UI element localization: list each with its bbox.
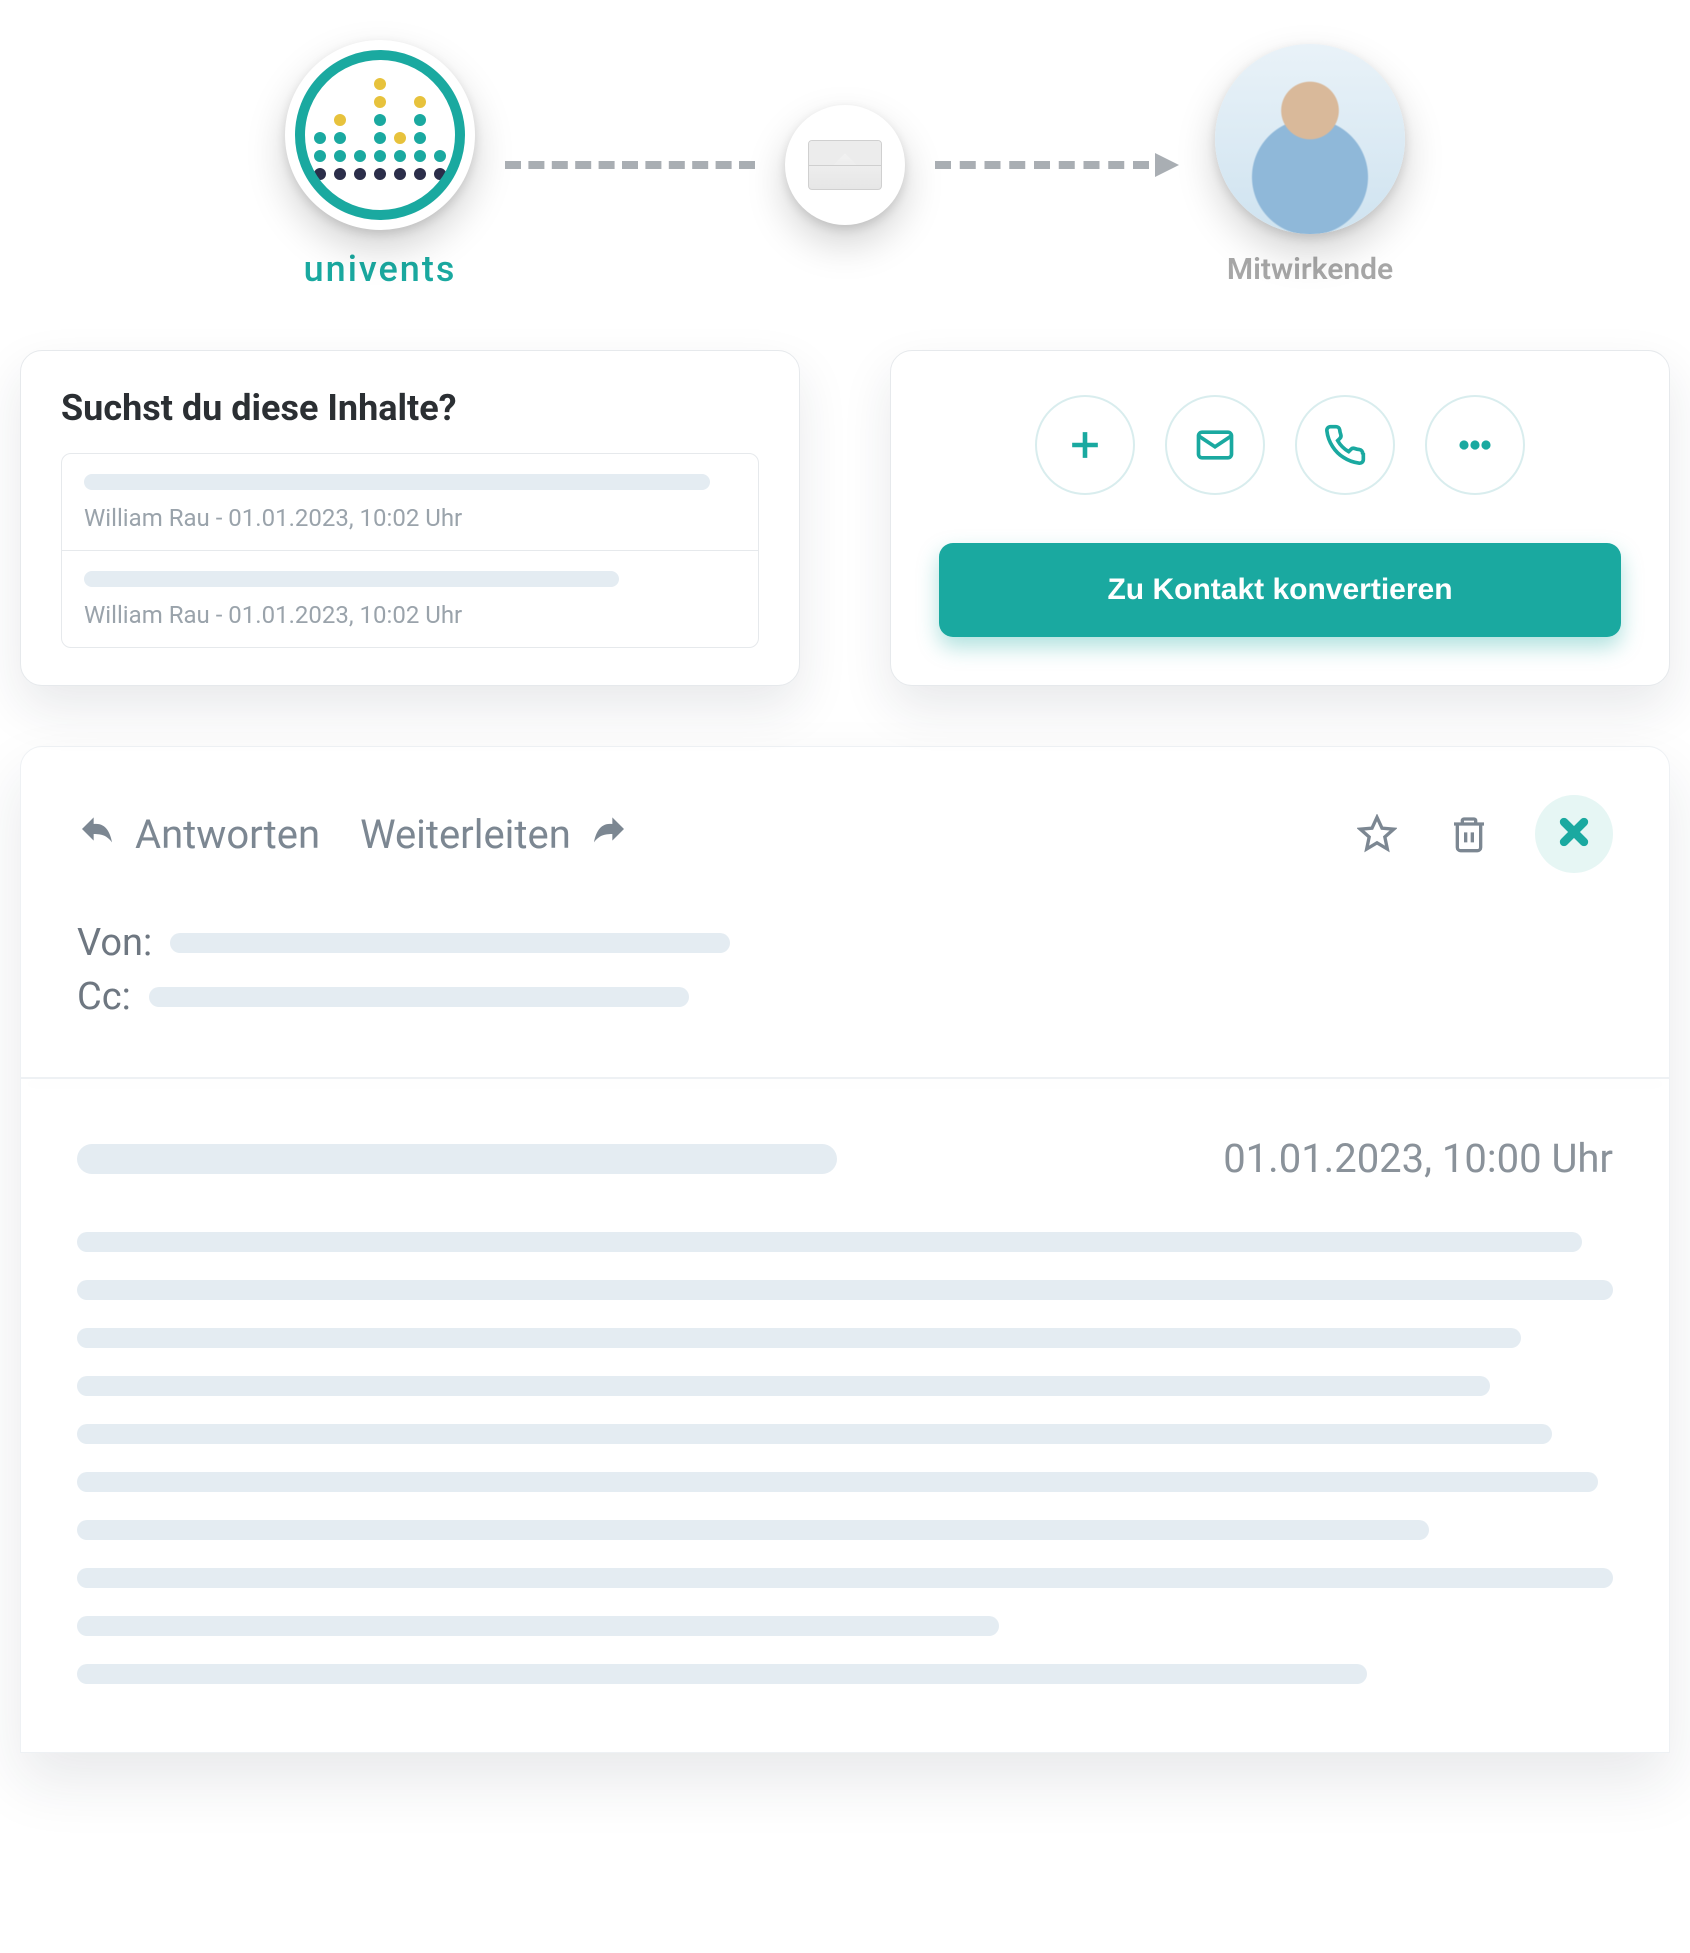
body-line-placeholder <box>77 1520 1429 1540</box>
equalizer-icon <box>314 90 446 180</box>
reply-button[interactable]: Antworten <box>77 809 320 859</box>
envelope-icon <box>808 140 882 190</box>
star-button[interactable] <box>1351 808 1403 860</box>
subject-placeholder <box>77 1144 837 1174</box>
flow-arrow-right <box>935 161 1185 169</box>
result-title-placeholder <box>84 474 710 490</box>
result-meta: William Rau - 01.01.2023, 10:02 Uhr <box>84 601 736 629</box>
from-label: Von: <box>77 921 152 965</box>
email-button[interactable] <box>1165 395 1265 495</box>
email-panel: Antworten Weiterleiten Von: Cc: <box>20 746 1670 1753</box>
email-body: 01.01.2023, 10:00 Uhr <box>21 1079 1669 1752</box>
delete-button[interactable] <box>1443 808 1495 860</box>
body-line-placeholder <box>77 1280 1613 1300</box>
flow-caption-target: Mitwirkende <box>1227 252 1393 287</box>
search-suggestions-card: Suchst du diese Inhalte? William Rau - 0… <box>20 350 800 686</box>
email-body-lines <box>77 1232 1613 1684</box>
body-line-placeholder <box>77 1472 1598 1492</box>
univents-logo-circle <box>285 40 475 230</box>
forward-icon <box>589 809 629 859</box>
body-line-placeholder <box>77 1616 999 1636</box>
body-line-placeholder <box>77 1568 1613 1588</box>
email-toolbar: Antworten Weiterleiten <box>21 747 1669 901</box>
flow-node-source: univents <box>285 40 475 290</box>
search-result-list: William Rau - 01.01.2023, 10:02 Uhr Will… <box>61 453 759 648</box>
action-icons-row <box>939 395 1621 495</box>
result-title-placeholder <box>84 571 619 587</box>
cc-row: Cc: <box>77 975 1613 1019</box>
person-photo-icon <box>1215 44 1405 234</box>
reply-label: Antworten <box>135 811 320 858</box>
body-line-placeholder <box>77 1424 1552 1444</box>
body-line-placeholder <box>77 1328 1521 1348</box>
flow-arrow-left <box>505 161 755 169</box>
flow-diagram: univents Mitwirkende <box>20 40 1670 290</box>
from-row: Von: <box>77 921 1613 965</box>
from-value-placeholder <box>170 933 730 953</box>
arrowhead-icon <box>1149 147 1185 183</box>
body-line-placeholder <box>77 1232 1582 1252</box>
search-result-item[interactable]: William Rau - 01.01.2023, 10:02 Uhr <box>62 550 758 647</box>
search-result-item[interactable]: William Rau - 01.01.2023, 10:02 Uhr <box>62 454 758 550</box>
body-line-placeholder <box>77 1376 1490 1396</box>
flow-node-mail <box>785 105 905 225</box>
result-meta: William Rau - 01.01.2023, 10:02 Uhr <box>84 504 736 532</box>
phone-button[interactable] <box>1295 395 1395 495</box>
add-button[interactable] <box>1035 395 1135 495</box>
close-icon <box>1554 812 1594 856</box>
cc-value-placeholder <box>149 987 689 1007</box>
flow-caption-source: univents <box>304 248 457 290</box>
forward-label: Weiterleiten <box>360 811 571 858</box>
email-meta: Von: Cc: <box>21 901 1669 1077</box>
more-button[interactable] <box>1425 395 1525 495</box>
convert-to-contact-button[interactable]: Zu Kontakt konvertieren <box>939 543 1621 637</box>
flow-node-target: Mitwirkende <box>1215 44 1405 287</box>
email-date: 01.01.2023, 10:00 Uhr <box>1223 1135 1613 1182</box>
search-card-title: Suchst du diese Inhalte? <box>61 387 759 429</box>
body-line-placeholder <box>77 1664 1367 1684</box>
reply-icon <box>77 809 117 859</box>
contributor-avatar <box>1215 44 1405 234</box>
contact-actions-card: Zu Kontakt konvertieren <box>890 350 1670 686</box>
forward-button[interactable]: Weiterleiten <box>360 809 629 859</box>
close-button[interactable] <box>1535 795 1613 873</box>
cc-label: Cc: <box>77 975 131 1019</box>
